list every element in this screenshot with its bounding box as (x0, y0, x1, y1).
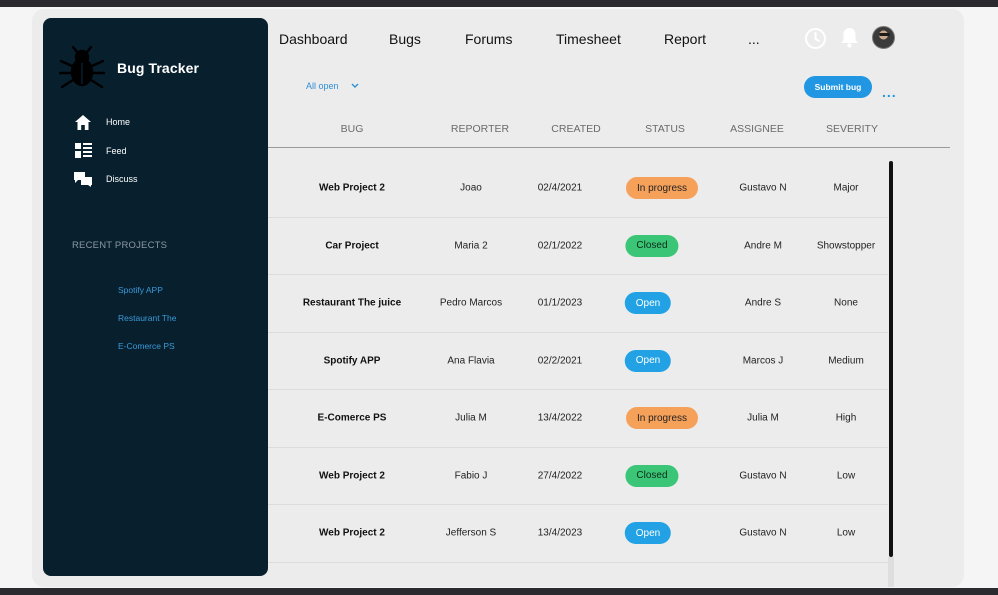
assignee: Gustavo N (739, 182, 787, 194)
status-badge[interactable]: Open (624, 349, 672, 372)
created-date: 01/1/2023 (537, 297, 583, 309)
table-row[interactable]: Web Project 2 Fabio J 27/4/2022 Closed G… (268, 448, 888, 505)
reporter: Jefferson S (445, 527, 497, 539)
nav-bugs[interactable]: Bugs (389, 31, 421, 47)
column-header-status[interactable]: STATUS (645, 123, 685, 135)
reporter: Maria 2 (454, 240, 488, 252)
sidebar-item-discuss[interactable]: Discuss (73, 165, 138, 194)
severity: None (834, 297, 858, 309)
sidebar: Bug Tracker Home Feed Discuss RECENT PRO… (43, 18, 268, 576)
sidebar-item-label: Feed (106, 145, 127, 156)
clock-icon[interactable] (804, 27, 827, 55)
severity: Low (836, 527, 856, 539)
status-badge[interactable]: Open (624, 522, 672, 545)
created-date: 02/4/2021 (537, 182, 583, 194)
window-bottom-edge (0, 588, 998, 595)
table-row[interactable]: Web Project 2 Jefferson S 13/4/2023 Open… (268, 505, 888, 563)
nav-more[interactable]: ... (748, 31, 760, 47)
sidebar-item-home[interactable]: Home (73, 108, 138, 137)
created-date: 27/4/2022 (537, 470, 583, 482)
brand-title: Bug Tracker (117, 60, 200, 76)
sidebar-nav: Home Feed Discuss (73, 108, 138, 194)
severity: Medium (828, 355, 864, 367)
recent-projects-list: Spotify APP Restaurant The E-Comerce PS (118, 285, 176, 369)
status-badge[interactable]: In progress (625, 407, 699, 430)
reporter: Julia M (455, 412, 487, 424)
column-header-assignee[interactable]: ASSIGNEE (730, 123, 784, 135)
recent-project-link[interactable]: E-Comerce PS (118, 341, 176, 369)
table-row[interactable]: Car Project Maria 2 02/1/2022 Closed And… (268, 218, 888, 275)
assignee: Julia M (747, 412, 779, 424)
brand[interactable]: Bug Tracker (59, 46, 199, 90)
status-filter-select[interactable]: All open (306, 81, 359, 91)
reporter: Pedro Marcos (439, 297, 503, 309)
severity: Major (833, 182, 859, 194)
table-row[interactable]: E-Comerce PS Julia M 13/4/2022 In progre… (268, 390, 888, 448)
chevron-down-icon (351, 81, 359, 91)
table-row[interactable]: Web Project 2 Joao 02/4/2021 In progress… (268, 160, 888, 218)
recent-project-link[interactable]: Spotify APP (118, 285, 176, 313)
nav-forums[interactable]: Forums (465, 31, 512, 47)
table-scrollbar[interactable] (889, 161, 893, 557)
more-options-button[interactable]: ... (882, 85, 897, 99)
app-window: Bug Tracker Home Feed Discuss RECENT PRO… (32, 9, 964, 587)
column-header-severity[interactable]: SEVERITY (826, 123, 878, 135)
reporter: Ana Flavia (447, 355, 495, 367)
reporter: Joao (460, 182, 482, 194)
recent-projects-heading: RECENT PROJECTS (72, 240, 168, 251)
scrollbar-track[interactable] (888, 557, 894, 587)
bug-name: Restaurant The juice (302, 297, 402, 309)
nav-timesheet[interactable]: Timesheet (556, 31, 621, 47)
severity: Showstopper (816, 240, 876, 252)
created-date: 02/1/2022 (537, 240, 583, 252)
bug-name: Spotify APP (323, 355, 381, 367)
reporter: Fabio J (454, 470, 488, 482)
status-badge[interactable]: Closed (625, 234, 679, 257)
assignee: Marcos J (742, 355, 784, 367)
bug-table-body: Web Project 2 Joao 02/4/2021 In progress… (268, 160, 888, 563)
column-header-created[interactable]: CREATED (551, 123, 600, 135)
bug-logo-icon (59, 46, 105, 89)
window-top-edge (0, 0, 998, 7)
table-row[interactable]: Restaurant The juice Pedro Marcos 01/1/2… (268, 275, 888, 333)
bug-name: Web Project 2 (319, 527, 385, 539)
assignee: Andre S (744, 297, 782, 309)
assignee: Gustavo N (739, 527, 787, 539)
created-date: 13/4/2023 (537, 527, 583, 539)
column-header-bug[interactable]: BUG (341, 123, 364, 135)
status-badge[interactable]: In progress (625, 177, 699, 200)
assignee: Andre M (744, 240, 782, 252)
nav-dashboard[interactable]: Dashboard (279, 31, 348, 47)
bug-name: Car Project (325, 240, 379, 252)
sidebar-item-label: Home (106, 117, 131, 128)
bug-name: E-Comerce PS (317, 412, 387, 424)
assignee: Gustavo N (739, 470, 787, 482)
status-filter-value: All open (306, 81, 339, 91)
recent-project-link[interactable]: Restaurant The (118, 313, 176, 341)
status-badge[interactable]: Open (624, 292, 672, 315)
column-header-reporter[interactable]: REPORTER (451, 123, 509, 135)
nav-report[interactable]: Report (664, 31, 706, 47)
avatar[interactable] (872, 26, 895, 49)
sidebar-item-label: Discuss (106, 174, 138, 185)
bug-name: Web Project 2 (319, 182, 385, 194)
discuss-icon (73, 170, 93, 188)
severity: High (835, 412, 857, 424)
created-date: 02/2/2021 (537, 355, 583, 367)
submit-bug-button[interactable]: Submit bug (804, 76, 872, 98)
bell-icon[interactable] (839, 26, 860, 54)
table-row[interactable]: Spotify APP Ana Flavia 02/2/2021 Open Ma… (268, 333, 888, 390)
home-icon (73, 113, 93, 131)
status-badge[interactable]: Closed (625, 464, 679, 487)
feed-icon (73, 142, 93, 160)
bug-name: Web Project 2 (319, 470, 385, 482)
severity: Low (836, 470, 856, 482)
sidebar-item-feed[interactable]: Feed (73, 137, 138, 166)
table-header: BUG REPORTER CREATED STATUS ASSIGNEE SEV… (268, 117, 950, 148)
created-date: 13/4/2022 (537, 412, 583, 424)
